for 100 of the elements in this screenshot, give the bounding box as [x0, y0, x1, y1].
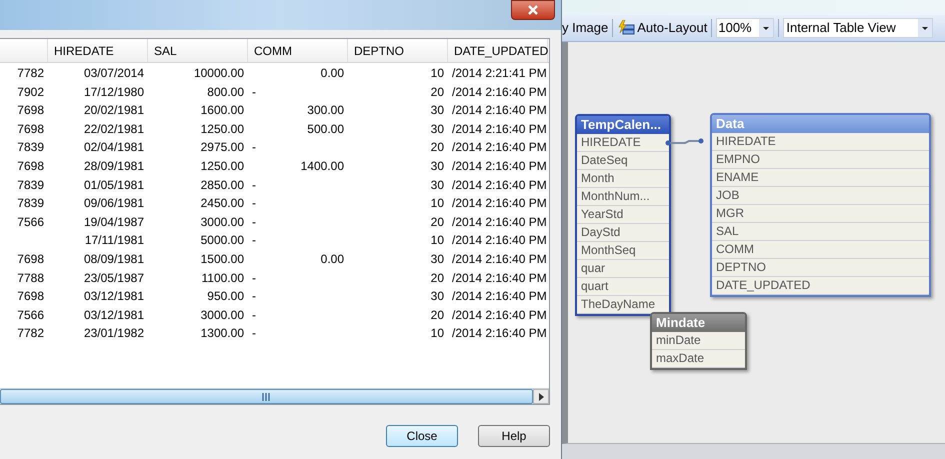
table-cell-text: 1600.00	[200, 102, 245, 120]
table-cell-text: /2014 2:16:40 PM	[451, 250, 548, 268]
table-cell-text: 300.00	[306, 102, 345, 120]
table-cell-text: 7839	[16, 195, 45, 212]
table-cell-text: 20	[430, 270, 445, 287]
table-field[interactable]: DayStd	[577, 224, 669, 242]
table-cell-text: 800.00	[206, 84, 245, 101]
table-cell-text: 2450.00	[200, 195, 245, 212]
table-field[interactable]: Month	[577, 170, 669, 188]
table-cell-text: 20/02/1981	[82, 102, 145, 120]
column-header[interactable]: SAL	[148, 39, 248, 62]
table-cell-text: /2014 2:16:40 PM	[451, 306, 548, 324]
table-cell-text: 01/05/1981	[82, 176, 145, 194]
table-cell-text: 7788	[16, 270, 45, 287]
close-window-button[interactable]	[511, 0, 555, 20]
table-cell-text: 20	[430, 306, 445, 324]
table-node-title: TempCalen...	[577, 116, 669, 134]
table-node[interactable]: Mindate minDate maxDate	[650, 312, 747, 370]
table-cell-text: 7839	[16, 176, 45, 194]
table-cell-text: 30	[430, 250, 445, 268]
table-cell-text: 7698	[16, 288, 45, 306]
table-cell-text: 2850.00	[200, 176, 245, 194]
table-cell-text: 02/04/1981	[82, 139, 145, 156]
table-cell-text: 20	[430, 84, 445, 101]
table-field[interactable]: DEPTNO	[712, 259, 929, 277]
table-cell-text: /2014 2:16:40 PM	[451, 195, 548, 212]
table-cell-text: 7839	[16, 139, 45, 156]
table-field[interactable]: maxDate	[652, 350, 745, 368]
table-cell-text: 20	[430, 139, 445, 156]
table-field[interactable]: MonthNum...	[577, 188, 669, 206]
auto-layout-button[interactable]: Auto-Layout	[617, 18, 708, 38]
table-field[interactable]: MonthSeq	[577, 242, 669, 260]
table-cell-text: 1100.00	[200, 270, 245, 287]
table-field[interactable]: COMM	[712, 241, 929, 259]
table-cell-text: 10	[430, 325, 445, 342]
table-cell-text: 0.00	[320, 65, 345, 82]
table-field[interactable]: JOB	[712, 187, 929, 205]
table-field[interactable]: ENAME	[712, 169, 929, 187]
dialog-button[interactable]: Help	[478, 425, 550, 447]
table-field[interactable]: DateSeq	[577, 152, 669, 170]
column-header[interactable]: DEPTNO	[348, 39, 448, 62]
table-field[interactable]: DATE_UPDATED	[712, 277, 929, 295]
table-field[interactable]: HIREDATE	[712, 133, 929, 151]
table-cell-text: -	[251, 325, 257, 342]
table-cell-text: 2975.00	[200, 139, 245, 156]
table-cell-text: 3000.00	[200, 214, 245, 231]
table-cell-text: 950.00	[206, 288, 245, 306]
table-cell-text: 7782	[16, 325, 45, 342]
link-connector	[665, 138, 705, 146]
table-cell-text: 500.00	[306, 120, 345, 138]
toolbar-label[interactable]: y Image	[562, 18, 608, 38]
table-cell-text: /2014 2:16:40 PM	[451, 214, 548, 231]
table-cell-text: 08/09/1981	[82, 250, 145, 268]
table-node-title: Data	[712, 115, 929, 133]
table-cell-text: 7698	[16, 250, 45, 268]
zoom-dropdown[interactable]: 100%	[716, 18, 774, 38]
table-cell-text: 0.00	[320, 250, 345, 268]
view-dropdown[interactable]: Internal Table View	[783, 18, 934, 38]
table-cell-text: 10	[430, 195, 445, 212]
table-cell-text: 7782	[16, 65, 45, 82]
right-arrow-icon	[538, 392, 544, 400]
table-field[interactable]: YearStd	[577, 206, 669, 224]
table-field[interactable]: MGR	[712, 205, 929, 223]
table-cell-text: /2014 2:16:40 PM	[451, 270, 548, 287]
table-cell-text: /2014 2:21:41 PM	[451, 65, 548, 82]
table-cell-text: 1250.00	[200, 120, 245, 138]
table-cell-text: /2014 2:16:40 PM	[451, 232, 548, 250]
table-cell-text: 10000.00	[192, 65, 245, 82]
table-field[interactable]: quart	[577, 278, 669, 296]
table-cell-text: 7566	[16, 306, 45, 324]
scroll-right-button[interactable]	[533, 389, 549, 404]
table-cell-text: /2014 2:16:40 PM	[451, 120, 548, 138]
table-cell-text: 5000.00	[200, 232, 245, 250]
table-node-title: Mindate	[652, 314, 745, 332]
table-cell-text: /2014 2:16:40 PM	[451, 158, 548, 175]
table-cell-text: /2014 2:16:40 PM	[451, 325, 548, 342]
table-node[interactable]: TempCalen... HIREDATE DateSeq Month MonthNum... YearStd DayStd MonthSeq quar quart TheDayName	[575, 114, 671, 316]
table-field[interactable]: EMPNO	[712, 151, 929, 169]
scrollbar-thumb[interactable]	[0, 389, 533, 404]
table-field[interactable]: quar	[577, 260, 669, 278]
table-cell-text: 19/04/1987	[82, 214, 145, 231]
table-cell-text: -	[251, 139, 257, 156]
table-field[interactable]: SAL	[712, 223, 929, 241]
table-cell-text: 30	[430, 158, 445, 175]
table-cell-text: 7698	[16, 120, 45, 138]
table-cell-text: /2014 2:16:40 PM	[451, 139, 548, 156]
column-header[interactable]: DATE_UPDATED	[448, 39, 548, 62]
table-cell-text: 10	[430, 232, 445, 250]
table-cell-text: 7698	[16, 158, 45, 175]
table-cell-text: 3000.00	[200, 306, 245, 324]
column-header[interactable]: HIREDATE	[48, 39, 148, 62]
table-node[interactable]: Data HIREDATE EMPNO ENAME JOB MGR SAL COMM DEPTNO DATE_UPDATED	[710, 113, 931, 297]
table-cell-text: 17/11/1981	[84, 232, 145, 250]
table-cell-text: 28/09/1981	[82, 158, 145, 175]
column-header[interactable]: COMM	[248, 39, 348, 62]
table-cell-text: 7698	[16, 102, 45, 120]
table-field[interactable]: minDate	[652, 332, 745, 350]
table-cell-text: 23/05/1987	[82, 270, 145, 287]
dialog-button[interactable]: Close	[386, 425, 458, 447]
table-cell-text: 7902	[16, 84, 45, 101]
